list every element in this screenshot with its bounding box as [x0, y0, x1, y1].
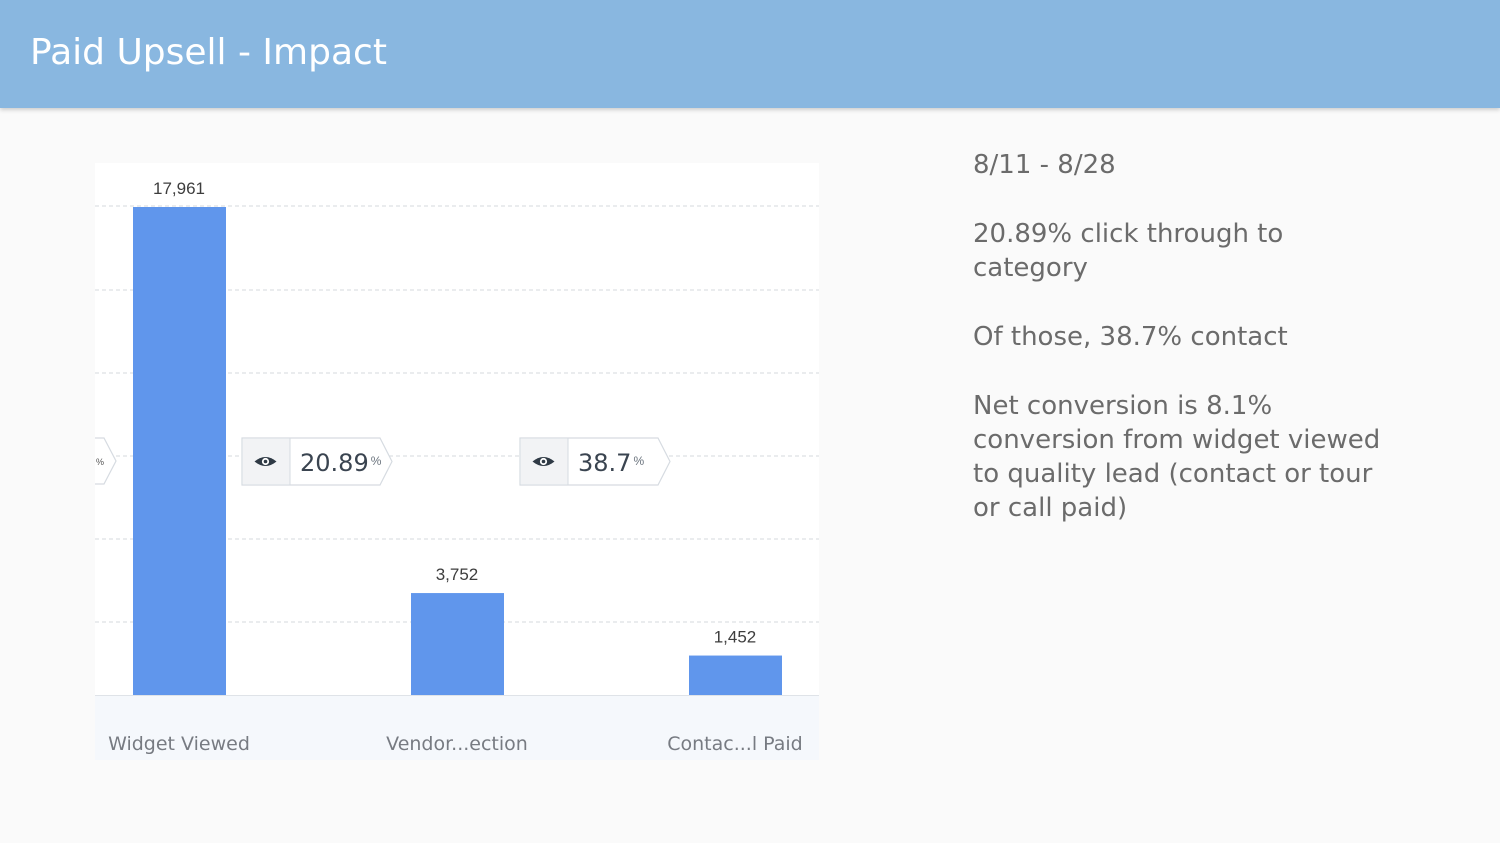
- net-conversion-note: Net conversion is 8.1% conversion from w…: [973, 391, 1381, 523]
- date-range: 8/11 - 8/28: [973, 150, 1116, 180]
- bar-value-label-1: 3,752: [436, 565, 479, 584]
- bar-2: [689, 655, 782, 695]
- category-label-2: Contac...l Paid: [667, 733, 803, 755]
- conversion-unit-0: %: [371, 454, 382, 468]
- bar-0: [133, 207, 226, 695]
- category-label-1: Vendor...ection: [386, 733, 528, 755]
- category-label-0: Widget Viewed: [108, 733, 250, 755]
- clipped-badge-unit: %: [96, 457, 104, 467]
- notes-panel: 8/11 - 8/28 20.89% click through to cate…: [973, 148, 1403, 560]
- conversion-value-1: 38.7: [578, 449, 631, 477]
- bar-value-label-0: 17,961: [153, 179, 205, 198]
- conversion-value-0: 20.89: [300, 449, 369, 477]
- bar-value-label-2: 1,452: [714, 628, 757, 647]
- bar-1: [411, 593, 504, 695]
- contact-note: Of those, 38.7% contact: [973, 322, 1288, 352]
- conversion-unit-1: %: [633, 454, 644, 468]
- click-through-note: 20.89% click through to category: [973, 219, 1284, 283]
